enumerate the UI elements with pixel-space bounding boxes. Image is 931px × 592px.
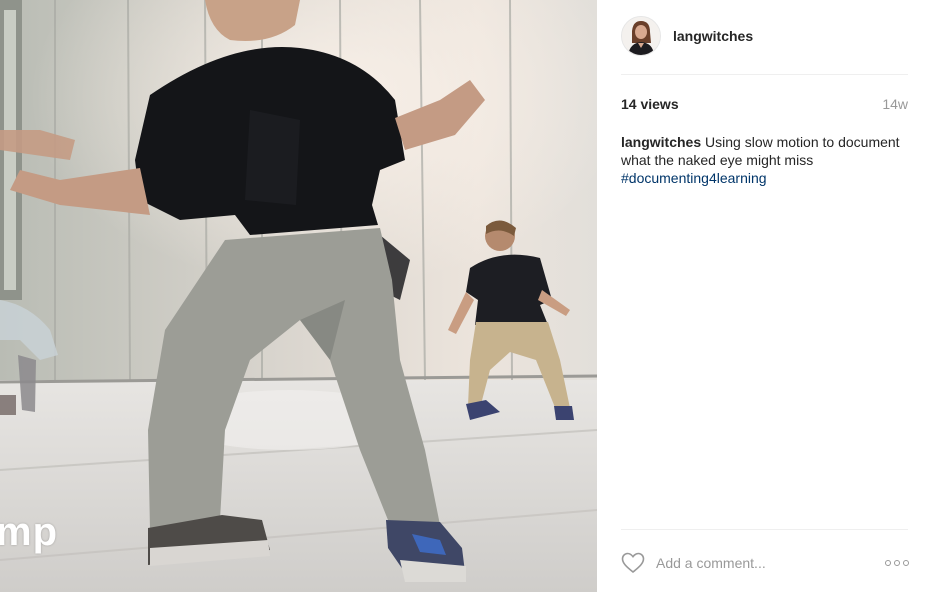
dot-icon <box>885 560 891 566</box>
post-video[interactable]: mp <box>0 0 597 592</box>
dot-icon <box>903 560 909 566</box>
post-actions <box>621 550 911 578</box>
post-details-panel: langwitches 14 views 14w langwitches Usi… <box>597 0 931 592</box>
more-options-icon[interactable] <box>885 556 911 570</box>
comment-input[interactable] <box>656 550 866 576</box>
dot-icon <box>894 560 900 566</box>
view-count[interactable]: 14 views <box>621 96 679 112</box>
caption-username[interactable]: langwitches <box>621 134 701 150</box>
video-caption-overlay: mp <box>0 510 58 554</box>
username-link[interactable]: langwitches <box>673 28 753 44</box>
comments-divider <box>621 529 908 530</box>
profile-avatar[interactable] <box>621 16 661 56</box>
header-divider <box>621 74 908 75</box>
heart-icon[interactable] <box>621 552 645 574</box>
hashtag-link[interactable]: #documenting4learning <box>621 169 911 187</box>
video-frame <box>0 0 597 592</box>
post-age[interactable]: 14w <box>882 96 908 112</box>
post-caption: langwitches Using slow motion to documen… <box>621 133 911 187</box>
post-header: langwitches <box>621 16 908 56</box>
